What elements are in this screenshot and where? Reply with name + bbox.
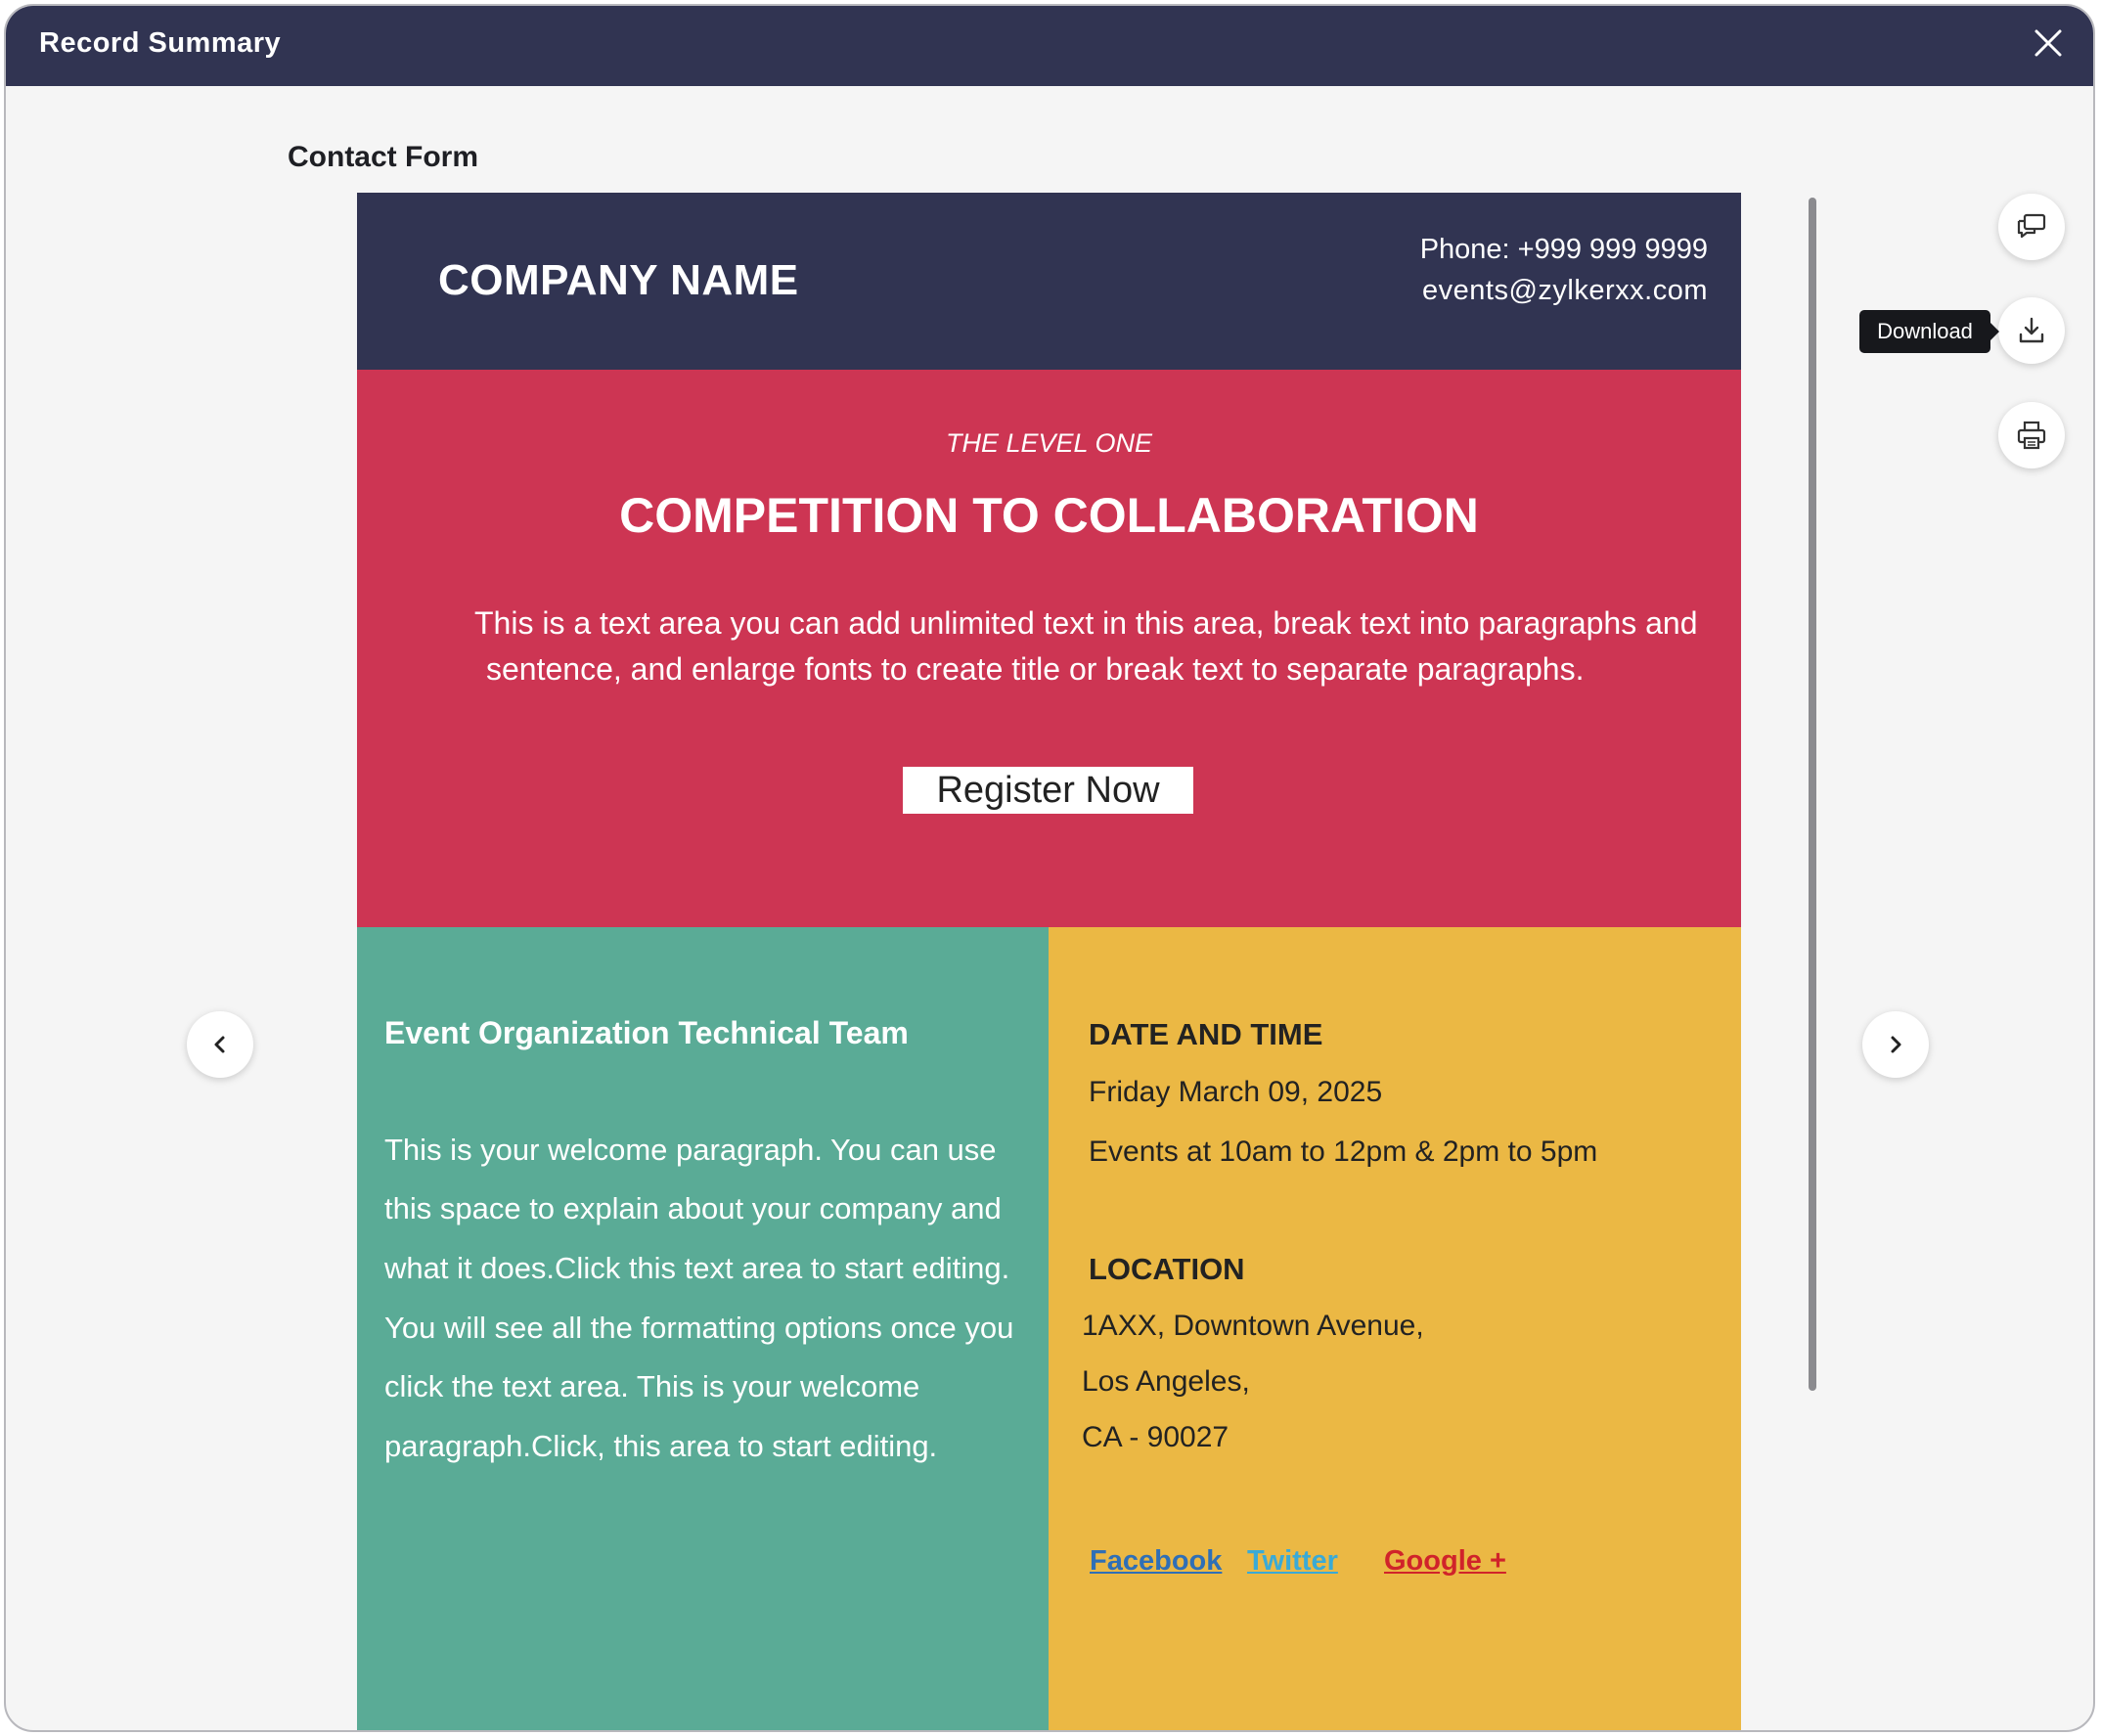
comments-button[interactable] [1998,194,2065,260]
download-button[interactable] [1998,297,2065,364]
comments-icon [2017,213,2046,239]
event-times: Events at 10am to 12pm & 2pm to 5pm [1089,1135,1598,1168]
hero-body-line: sentence, and enlarge fonts to create ti… [486,651,1585,687]
welcome-line: paragraph.Click, this area to start edit… [384,1429,938,1463]
download-tooltip: Download [1859,310,1990,353]
company-name: COMPANY NAME [438,256,799,304]
team-section: Event Organization Technical Team This i… [357,927,1049,1730]
form-name-label: Contact Form [288,141,478,173]
email-header: COMPANY NAME Phone: +999 999 9999 events… [357,193,1741,370]
address-line: Los Angeles, [1082,1365,1250,1398]
print-button[interactable] [1998,402,2065,468]
hero-title: COMPETITION TO COLLABORATION [619,488,1479,543]
vertical-scrollbar[interactable] [1809,198,1816,1391]
chevron-right-icon [1891,1036,1901,1053]
address-line: 1AXX, Downtown Avenue, [1082,1310,1424,1342]
next-record-button[interactable] [1862,1011,1929,1078]
record-summary-window: Record Summary Contact Form COMPANY NAME… [4,4,2095,1732]
google-plus-link[interactable]: Google + [1384,1545,1506,1578]
welcome-line: this space to explain about your company… [384,1191,1002,1225]
welcome-line: click the text area. This is your welcom… [384,1369,920,1403]
chevron-left-icon [214,1036,225,1053]
close-button[interactable] [2027,22,2070,65]
facebook-link[interactable]: Facebook [1090,1545,1222,1578]
date-time-heading: DATE AND TIME [1089,1017,1323,1051]
event-date: Friday March 09, 2025 [1089,1076,1383,1108]
twitter-link[interactable]: Twitter [1247,1545,1338,1578]
event-details-section: DATE AND TIME Friday March 09, 2025 Even… [1049,927,1741,1730]
hero-section: THE LEVEL ONE COMPETITION TO COLLABORATI… [357,370,1741,927]
welcome-line: what it does.Click this text area to sta… [384,1251,1010,1285]
location-heading: LOCATION [1089,1252,1245,1286]
team-title: Event Organization Technical Team [384,1015,909,1050]
address-line: CA - 90027 [1082,1421,1229,1453]
hero-subtitle: THE LEVEL ONE [945,428,1153,458]
tooltip-arrow [1989,322,1999,341]
window-title: Record Summary [39,27,282,59]
phone-text: Phone: +999 999 9999 [1419,234,1708,265]
welcome-line: This is your welcome paragraph. You can … [384,1133,997,1167]
email-text: events@zylkerxx.com [1422,275,1708,306]
download-icon [2019,317,2044,343]
titlebar: Record Summary [6,6,2093,86]
welcome-line: You will see all the formatting options … [384,1311,1014,1345]
hero-body-line: This is a text area you can add unlimite… [474,605,1698,641]
print-icon [2017,421,2046,450]
register-now-button[interactable]: Register Now [903,767,1193,814]
email-template-preview: COMPANY NAME Phone: +999 999 9999 events… [357,193,1741,1730]
close-icon [2034,29,2062,57]
previous-record-button[interactable] [187,1011,253,1078]
